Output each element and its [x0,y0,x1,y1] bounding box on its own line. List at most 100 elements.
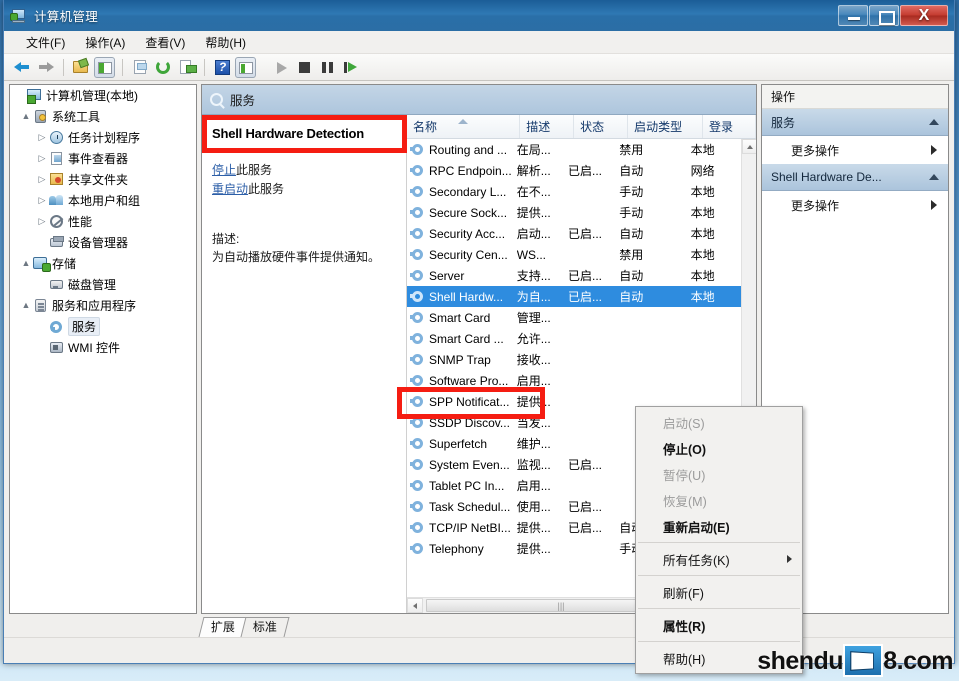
tree-item-label: 本地用户和组 [68,194,141,208]
tree-item-wmi-control[interactable]: WMI 控件 [10,337,196,358]
task-scheduler-icon [48,130,65,145]
tree-item-system-tools[interactable]: ▲ 系统工具 [10,106,196,127]
column-header-name[interactable]: 名称 [407,115,521,138]
tree-expander-expanded-icon[interactable]: ▲ [20,112,32,121]
chevron-right-icon [931,145,937,155]
context-menu-item-label: 暂停(U) [663,468,706,483]
cell-name: SSDP Discov... [429,415,510,430]
scroll-left-icon[interactable] [407,598,423,613]
chevron-up-icon[interactable] [929,174,939,180]
show-console-tree-icon[interactable] [94,56,115,78]
menu-bar: 文件(F) 操作(A) 查看(V) 帮助(H) [4,31,954,54]
actions-more-actions-services[interactable]: 更多操作 [762,136,948,164]
watermark: shenduwin8.com [757,641,953,681]
disk-management-icon [48,277,65,292]
table-row[interactable]: Server 支持... 已启... 自动 本地 [407,265,741,286]
menu-file[interactable]: 文件(F) [16,32,75,53]
cell-description: 在局... [516,143,551,157]
tree-item-task-scheduler[interactable]: ▷ 任务计划程序 [10,127,196,148]
table-row[interactable]: Software Pro... 启用... [407,370,741,391]
column-header-status[interactable]: 状态 [574,115,629,138]
column-header-logon[interactable]: 登录 [703,115,756,138]
restart-service-icon[interactable] [340,57,361,78]
show-action-pane-icon[interactable] [235,56,256,78]
tree-item-local-users-groups[interactable]: ▷ 本地用户和组 [10,190,196,211]
toolbar-separator [122,58,123,76]
tree-item-storage[interactable]: ▲ 存储 [10,253,196,274]
description-label: 描述: [212,232,240,246]
device-manager-icon [48,235,65,250]
tree-expander-collapsed-icon[interactable]: ▷ [36,175,48,184]
context-menu-item[interactable]: 所有任务(K) [636,546,802,572]
cell-logon: 本地 [690,269,715,283]
pause-service-icon[interactable] [317,57,338,78]
tree-expander-collapsed-icon[interactable]: ▷ [36,217,48,226]
restart-service-link[interactable]: 重启动 [212,182,248,196]
properties-icon[interactable] [130,57,151,78]
context-menu-item[interactable]: 属性(R) [636,612,802,638]
forward-icon[interactable] [35,57,56,78]
start-service-icon[interactable] [271,57,292,78]
tab-standard[interactable]: 标准 [240,617,290,637]
tree-item-shared-folders[interactable]: ▷ 共享文件夹 [10,169,196,190]
table-row[interactable]: Security Acc... 启动... 已启... 自动 本地 [407,223,741,244]
table-row[interactable]: Security Cen... WS... 禁用 本地 [407,244,741,265]
column-header-description[interactable]: 描述 [520,115,575,138]
table-row[interactable]: Routing and ... 在局... 禁用 本地 [407,139,741,160]
cell-name: Security Cen... [429,247,508,262]
refresh-icon[interactable] [153,57,174,78]
cell-description: 启用... [516,374,551,388]
cell-description: 维护... [516,437,551,451]
context-menu-item[interactable]: 停止(O) [636,435,802,461]
console-tree: 计算机管理(本地) ▲ 系统工具 ▷ 任务计划程序 ▷ 事件查看器 ▷ 共享文件… [9,84,197,614]
cell-status: 已启... [567,521,602,535]
actions-group-header-selected-service[interactable]: Shell Hardware De... [762,164,948,191]
scroll-up-icon[interactable] [742,139,756,154]
back-icon[interactable] [12,57,33,78]
cell-startup-type: 自动 [619,290,644,304]
context-menu-item[interactable]: 重新启动(E) [636,513,802,539]
menu-help[interactable]: 帮助(H) [195,32,256,53]
actions-more-actions-selected-service[interactable]: 更多操作 [762,191,948,219]
table-row[interactable]: Shell Hardw... 为自... 已启... 自动 本地 [407,286,741,307]
tree-expander-expanded-icon[interactable]: ▲ [20,259,32,268]
tree-item-services[interactable]: 服务 [10,316,196,337]
list-header-row: 名称 描述 状态 启动类型 登录 [407,115,756,139]
tree-item-label: 磁盘管理 [68,278,117,292]
tree-item-performance[interactable]: ▷ 性能 [10,211,196,232]
close-button[interactable]: X [900,5,948,26]
tree-expander-collapsed-icon[interactable]: ▷ [36,196,48,205]
tree-item-disk-management[interactable]: 磁盘管理 [10,274,196,295]
table-row[interactable]: RPC Endpoin... 解析... 已启... 自动 网络 [407,160,741,181]
export-list-icon[interactable] [176,57,197,78]
table-row[interactable]: SNMP Trap 接收... [407,349,741,370]
tree-expander-collapsed-icon[interactable]: ▷ [36,154,48,163]
cell-description: 解析... [516,164,551,178]
cell-name: System Even... [429,457,510,472]
cell-status: 已启... [567,290,602,304]
context-menu-item[interactable]: 刷新(F) [636,579,802,605]
menu-view[interactable]: 查看(V) [135,32,195,53]
stop-service-link[interactable]: 停止 [212,163,236,177]
tree-item-event-viewer[interactable]: ▷ 事件查看器 [10,148,196,169]
table-row[interactable]: Smart Card ... 允许... [407,328,741,349]
minimize-button[interactable] [838,5,868,26]
tree-item-computer-management[interactable]: 计算机管理(本地) [10,85,196,106]
stop-service-icon[interactable] [294,57,315,78]
maximize-button[interactable] [869,5,899,26]
up-folder-icon[interactable] [71,57,92,78]
table-row[interactable]: Smart Card 管理... [407,307,741,328]
help-icon[interactable] [212,57,233,78]
menu-action[interactable]: 操作(A) [75,32,135,53]
tree-item-device-manager[interactable]: 设备管理器 [10,232,196,253]
cell-description: 接收... [516,353,551,367]
column-header-startup-type[interactable]: 启动类型 [628,115,704,138]
tree-expander-collapsed-icon[interactable]: ▷ [36,133,48,142]
chevron-up-icon[interactable] [929,119,939,125]
table-row[interactable]: Secondary L... 在不... 手动 本地 [407,181,741,202]
actions-group-header-services[interactable]: 服务 [762,109,948,136]
service-gear-icon [410,143,425,157]
table-row[interactable]: Secure Sock... 提供... 手动 本地 [407,202,741,223]
tree-expander-expanded-icon[interactable]: ▲ [20,301,32,310]
tree-item-services-and-applications[interactable]: ▲ 服务和应用程序 [10,295,196,316]
